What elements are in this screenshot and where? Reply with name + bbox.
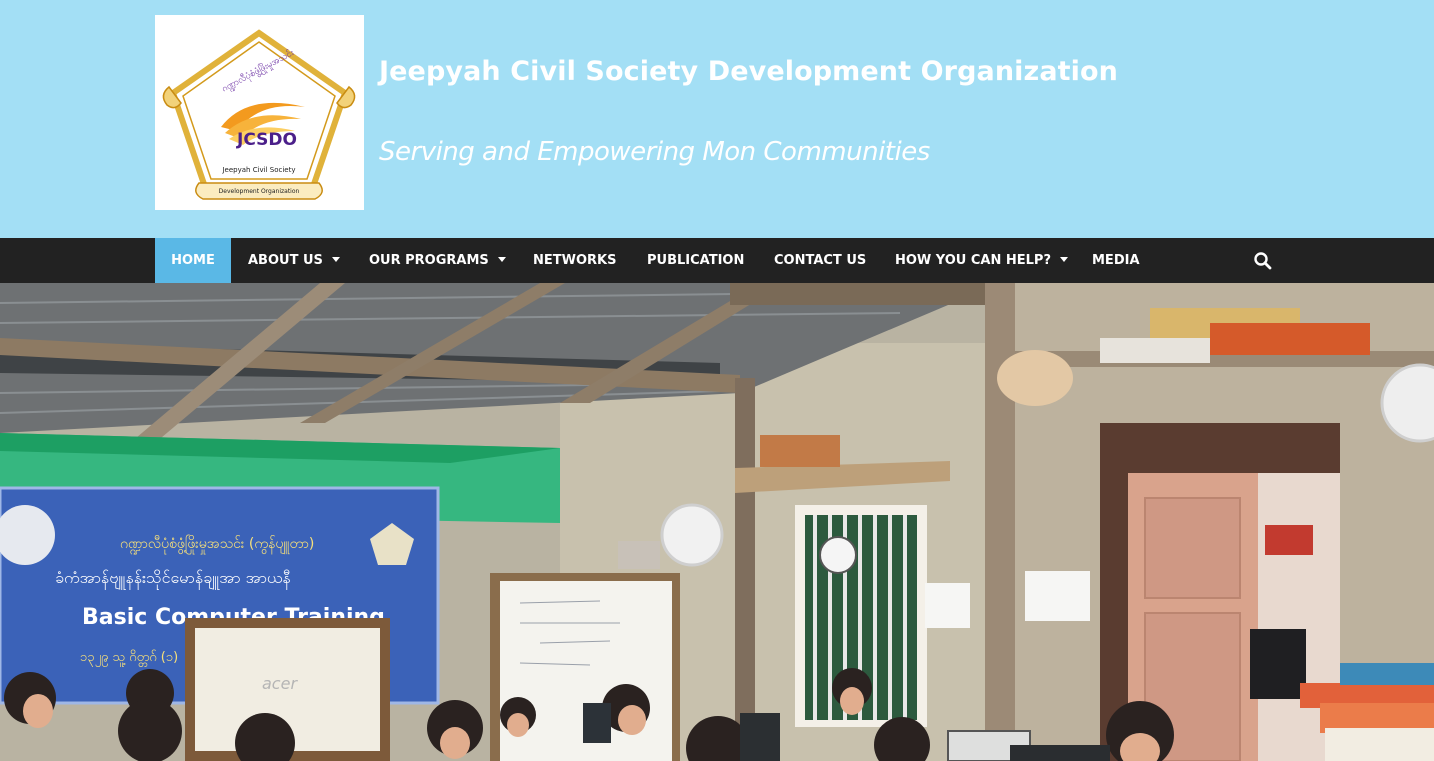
nav-label: HOW YOU CAN HELP? [895,253,1051,268]
logo-emblem: JCSDO Jeepyah Civil Society Development … [162,29,356,200]
chevron-down-icon [1060,257,1068,262]
nav-item-home[interactable]: HOME [155,238,231,283]
search-icon[interactable] [1253,251,1273,271]
nav-item-media[interactable]: MEDIA [1092,238,1140,283]
banner-line1: ဂဏ္ဍာလီပုံစံဖွံ့ဖြိုးမှုအသင်း (ကွန်ပျူတာ… [120,535,314,554]
nav-item-publication[interactable]: PUBLICATION [647,238,744,283]
nav-label: MEDIA [1092,253,1140,268]
hero-image: ဂဏ္ဍာလီပုံစံဖွံ့ဖြိုးမှုအသင်း (ကွန်ပျူတာ… [0,283,1434,761]
logo-abbr: JCSDO [236,130,297,150]
nav-label: HOME [171,253,215,268]
nav-label: PUBLICATION [647,253,745,268]
site-tagline: Serving and Empowering Mon Communities [379,137,930,167]
nav-label: OUR PROGRAMS [369,253,489,268]
site-header: JCSDO Jeepyah Civil Society Development … [0,0,1434,238]
nav-item-our-programs[interactable]: OUR PROGRAMS [369,238,506,283]
nav-item-how-you-can-help[interactable]: HOW YOU CAN HELP? [895,238,1068,283]
nav-item-contact-us[interactable]: CONTACT US [774,238,866,283]
nav-item-networks[interactable]: NETWORKS [533,238,616,283]
nav-label: CONTACT US [774,253,867,268]
laptop-brand: acer [262,674,298,693]
nav-item-about-us[interactable]: ABOUT US [248,238,340,283]
chevron-down-icon [497,257,506,262]
site-logo[interactable]: JCSDO Jeepyah Civil Society Development … [155,15,364,210]
chevron-down-icon [331,257,340,262]
logo-line2: Development Organization [219,188,300,195]
site-title[interactable]: Jeepyah Civil Society Development Organi… [379,56,1118,87]
main-nav: HOME ABOUT US OUR PROGRAMS NETWORKS PUBL… [0,238,1434,283]
nav-label: ABOUT US [248,253,323,268]
logo-line1: Jeepyah Civil Society [221,166,295,174]
classroom-photo: ဂဏ္ဍာလီပုံစံဖွံ့ဖြိုးမှုအသင်း (ကွန်ပျူတာ… [0,283,1434,761]
banner-line2: ခံကံအာန်ဗျူနန်းသိုင်မောန်ချူအာ အာယနီ [55,568,291,590]
banner-line3: ၁၃၂၉ သူ့ ဂိတ္တဂ် (၁) [80,649,178,667]
nav-label: NETWORKS [533,253,617,268]
